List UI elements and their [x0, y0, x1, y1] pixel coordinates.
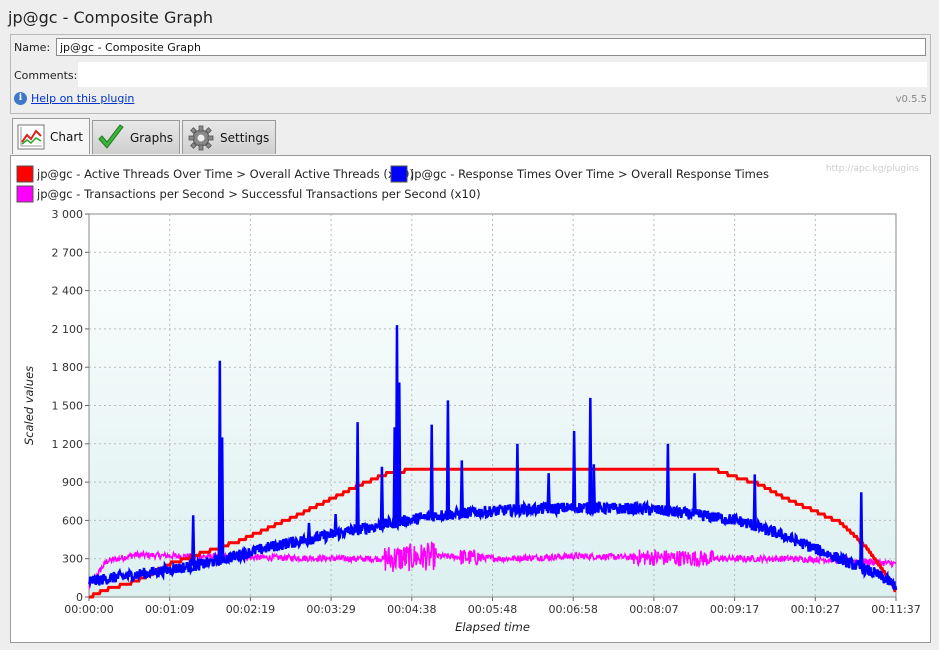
response-spike — [219, 437, 225, 560]
x-tick-label: 00:11:37 — [871, 603, 920, 616]
legend-swatch — [16, 185, 34, 203]
response-spike — [515, 443, 520, 510]
y-tick-label: 1 500 — [52, 400, 84, 413]
x-tick-label: 00:02:19 — [226, 603, 275, 616]
tab-settings-label: Settings — [220, 130, 270, 145]
header-form: Name: Comments: i Help on this plugin v0… — [10, 34, 931, 114]
y-tick-label: 1 200 — [52, 438, 84, 451]
response-spike — [397, 382, 402, 522]
version-label: v0.5.5 — [895, 94, 927, 105]
chart-icon — [16, 122, 46, 152]
y-axis-label: Scaled values — [22, 366, 36, 445]
x-tick-label: 00:06:58 — [548, 603, 597, 616]
watermark: http://apc.kg/plugins — [826, 164, 919, 174]
x-tick-label: 00:09:17 — [710, 603, 759, 616]
response-spike — [333, 513, 338, 535]
y-tick-label: 1 800 — [52, 361, 84, 374]
tab-settings[interactable]: Settings — [182, 120, 277, 154]
response-spike — [571, 431, 577, 508]
response-spike — [306, 522, 312, 540]
window-title: jp@gc - Composite Graph — [8, 8, 214, 27]
response-spike — [591, 464, 596, 509]
response-spike — [191, 515, 196, 566]
tab-chart[interactable]: Chart — [12, 118, 90, 154]
info-icon: i — [14, 92, 27, 105]
name-field[interactable] — [56, 38, 926, 56]
legend-swatch — [390, 165, 408, 183]
x-tick-label: 00:05:48 — [468, 603, 517, 616]
y-tick-label: 2 100 — [52, 323, 84, 336]
legend-label: jp@gc - Transactions per Second > Succes… — [36, 187, 481, 201]
x-axis-label: Elapsed time — [455, 620, 530, 634]
comments-field[interactable] — [78, 62, 927, 87]
x-tick-label: 00:03:29 — [306, 603, 355, 616]
response-spike — [379, 466, 385, 525]
y-tick-label: 900 — [62, 476, 83, 489]
help-row: i Help on this plugin — [14, 92, 134, 105]
response-spike — [752, 474, 757, 527]
comments-label: Comments: — [14, 69, 78, 82]
response-spike — [859, 492, 864, 568]
gear-icon — [186, 123, 216, 153]
response-spike — [429, 424, 434, 517]
y-tick-label: 600 — [62, 514, 83, 527]
composite-chart: http://apc.kg/plugins jp@gc - Active Thre… — [16, 164, 921, 634]
legend-label: jp@gc - Response Times Over Time > Overa… — [410, 167, 769, 181]
response-spike — [665, 443, 671, 512]
y-tick-label: 300 — [62, 553, 83, 566]
legend-swatch — [16, 165, 34, 183]
x-tick-label: 00:04:38 — [387, 603, 436, 616]
x-tick-label: 00:08:07 — [629, 603, 678, 616]
chart-panel: http://apc.kg/plugins jp@gc - Active Thre… — [10, 155, 931, 643]
response-spike — [445, 400, 451, 515]
x-tick-label: 00:01:09 — [145, 603, 194, 616]
tab-chart-label: Chart — [50, 129, 83, 144]
response-spike — [355, 422, 360, 530]
tab-bar: Chart Graphs Settings — [12, 118, 277, 154]
x-tick-label: 00:10:27 — [791, 603, 840, 616]
name-label: Name: — [14, 41, 51, 54]
checkmark-icon — [96, 123, 126, 153]
x-tick-label: 00:00:00 — [64, 603, 113, 616]
y-tick-label: 3 000 — [52, 208, 84, 221]
response-spike — [546, 473, 551, 509]
help-link[interactable]: Help on this plugin — [31, 92, 134, 105]
y-tick-label: 2 700 — [52, 246, 84, 259]
legend-label: jp@gc - Active Threads Over Time > Overa… — [36, 167, 414, 181]
y-tick-label: 2 400 — [52, 285, 84, 298]
response-spike — [692, 473, 697, 515]
response-spike — [459, 460, 464, 514]
tab-graphs[interactable]: Graphs — [91, 120, 181, 154]
response-spike — [588, 397, 593, 508]
tab-graphs-label: Graphs — [129, 130, 174, 145]
